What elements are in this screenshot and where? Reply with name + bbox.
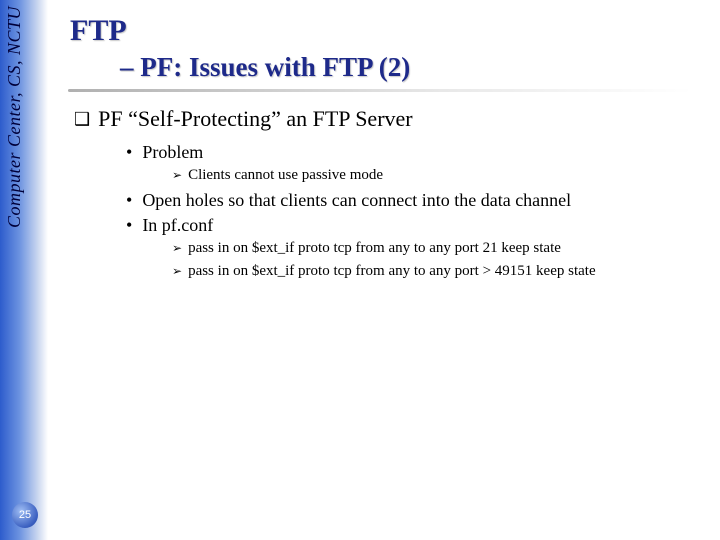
sidebar-org-text: Computer Center, CS, NCTU (4, 6, 25, 228)
slide-title-main: FTP (70, 14, 700, 48)
bullet-problem: Problem (126, 142, 700, 163)
content-area: FTP – PF: Issues with FTP (2) PF “Self-P… (70, 14, 700, 286)
sub-bullet-rule-highports: pass in on $ext_if proto tcp from any to… (172, 263, 700, 280)
title-divider (68, 89, 692, 92)
bullet-in-pfconf: In pf.conf (126, 215, 700, 236)
page-number-badge: 25 (12, 502, 38, 528)
slide-title-sub: – PF: Issues with FTP (2) (120, 52, 700, 83)
bullet-open-holes: Open holes so that clients can connect i… (126, 190, 700, 211)
sidebar-gradient: Computer Center, CS, NCTU (0, 0, 48, 540)
slide: Computer Center, CS, NCTU 25 FTP – PF: I… (0, 0, 720, 540)
sub-bullet-rule-port21: pass in on $ext_if proto tcp from any to… (172, 240, 700, 257)
sub-bullet-passive-mode: Clients cannot use passive mode (172, 167, 700, 184)
section-heading: PF “Self-Protecting” an FTP Server (74, 106, 700, 132)
